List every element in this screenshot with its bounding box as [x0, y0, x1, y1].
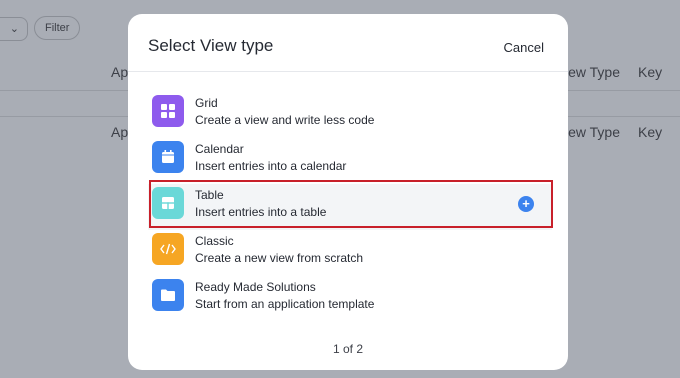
view-type-ready-made-solutions[interactable]: Ready Made Solutions Start from an appli…: [148, 276, 552, 322]
option-description: Insert entries into a table: [195, 205, 327, 219]
column-footer-key: Key: [638, 124, 663, 140]
dialog-title: Select View type: [148, 36, 274, 55]
view-type-list: Grid Create a view and write less code C…: [148, 92, 553, 322]
grid-icon: [152, 95, 184, 127]
view-type-table[interactable]: Table Insert entries into a table +: [148, 180, 553, 230]
view-type-classic[interactable]: Classic Create a new view from scratch: [148, 230, 552, 276]
column-header-view-type: iew Type: [565, 64, 620, 80]
option-title: Classic: [195, 234, 234, 248]
table-icon: [152, 187, 184, 219]
dialog-header: Select View type Cancel: [128, 14, 568, 72]
bulk-action-select[interactable]: ⌄: [0, 17, 28, 41]
column-header-key: Key: [638, 64, 663, 80]
option-title: Grid: [195, 96, 218, 110]
option-description: Create a new view from scratch: [195, 251, 364, 265]
option-title: Ready Made Solutions: [195, 280, 316, 294]
column-footer-app: Ap: [111, 124, 129, 140]
option-description: Insert entries into a calendar: [195, 159, 347, 173]
view-type-calendar[interactable]: Calendar Insert entries into a calendar: [148, 138, 552, 184]
calendar-icon: [152, 141, 184, 173]
view-type-grid[interactable]: Grid Create a view and write less code: [148, 92, 552, 138]
column-footer-view-type: iew Type: [565, 124, 620, 140]
pagination: 1 of 2: [332, 342, 364, 356]
option-description: Create a view and write less code: [195, 113, 375, 127]
column-header-app: Ap: [111, 64, 129, 80]
plus-icon[interactable]: +: [518, 196, 534, 212]
code-icon: [152, 233, 184, 265]
folder-icon: [152, 279, 184, 311]
cancel-button[interactable]: Cancel: [504, 40, 544, 55]
option-title: Calendar: [195, 142, 244, 156]
chevron-down-icon: ⌄: [9, 23, 19, 35]
option-title: Table: [195, 188, 224, 202]
filter-button[interactable]: Filter: [34, 16, 81, 40]
select-view-type-dialog: Select View type Cancel Grid Create a vi…: [128, 14, 568, 370]
option-description: Start from an application template: [195, 297, 375, 311]
